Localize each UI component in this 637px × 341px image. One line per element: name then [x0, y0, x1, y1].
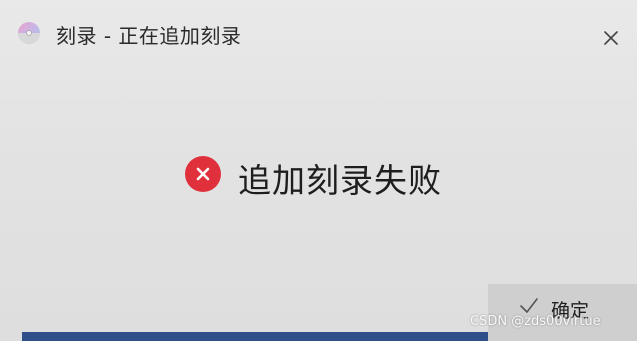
taskbar-strip — [22, 332, 488, 341]
error-icon — [184, 155, 222, 193]
window-title: 刻录 - 正在追加刻录 — [56, 24, 242, 48]
check-icon — [518, 294, 540, 316]
watermark: CSDN @zds00virtue — [470, 314, 601, 329]
message-area: 追加刻录失败 — [0, 150, 637, 210]
close-icon — [600, 31, 622, 53]
ok-button[interactable]: 确定 — [488, 284, 637, 341]
burn-dialog-window: 刻录 - 正在追加刻录 追加刻录失败 确定 CSDN @zds00virtue — [0, 0, 637, 341]
disc-burn-icon — [17, 21, 41, 45]
error-message: 追加刻录失败 — [238, 161, 442, 200]
close-button[interactable] — [600, 27, 622, 49]
title-bar: 刻录 - 正在追加刻录 — [0, 10, 637, 56]
